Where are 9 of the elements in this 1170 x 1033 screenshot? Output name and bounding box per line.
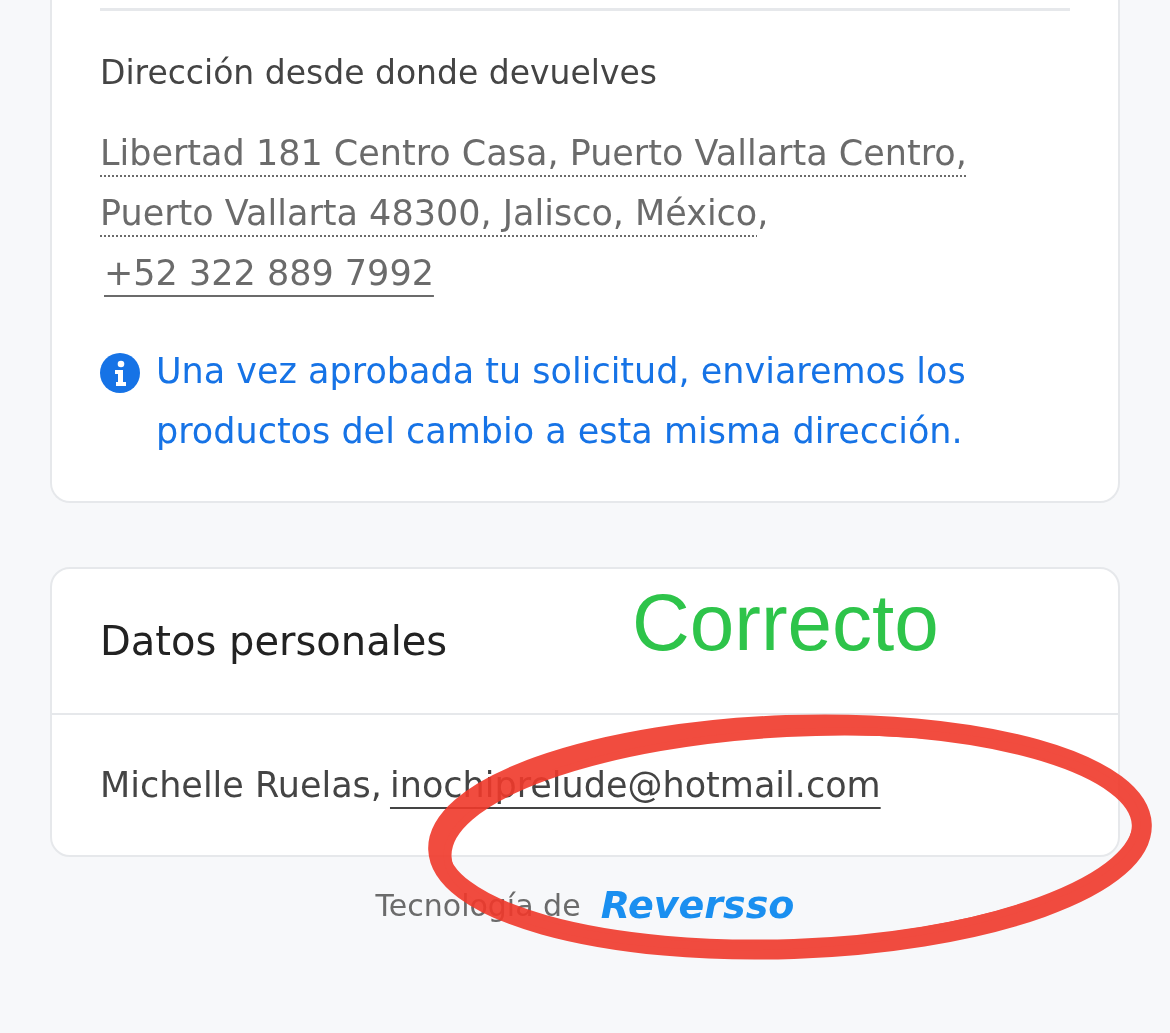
return-address: Libertad 181 Centro Casa, Puerto Vallarta Centro, Puerto Vallarta 48300, Jalisco, México, +52 322 889 7992 [100, 132, 968, 295]
brand-logo[interactable]: Reversso [600, 877, 795, 934]
section-heading: Dirección desde donde devuelves [100, 52, 658, 94]
section-heading: Datos personales [99, 617, 449, 666]
info-icon [100, 353, 140, 393]
annotation-text: Correcto [632, 578, 939, 668]
phone-link[interactable]: +52 322 889 7992 [104, 253, 434, 293]
info-message: Una vez aprobada tu solicitud, enviaremos los productos del cambio a esta misma dirección. [156, 350, 967, 453]
customer-name: Michelle Ruelas, [100, 764, 382, 807]
